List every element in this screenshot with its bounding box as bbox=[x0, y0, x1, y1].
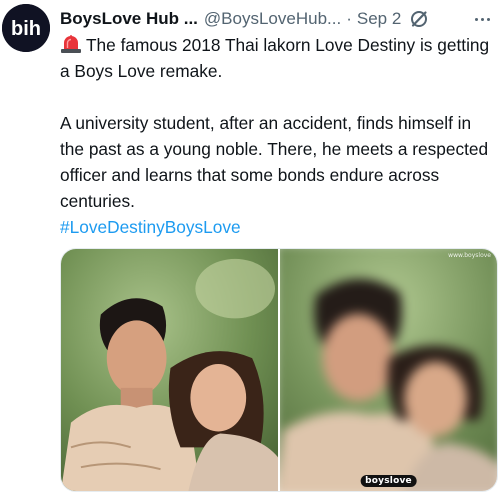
tweet-header: BoysLove Hub ... @BoysLoveHub... · Sep 2 bbox=[60, 6, 497, 32]
more-options-icon[interactable] bbox=[473, 17, 497, 21]
rotating-light-icon bbox=[60, 34, 82, 53]
tweet-text-line1: The famous 2018 Thai lakorn Love Destiny… bbox=[60, 35, 490, 81]
author-handle[interactable]: @BoysLoveHub... bbox=[204, 9, 341, 29]
boyslove-hub-logo-icon: bih bbox=[2, 4, 50, 52]
tweet-text-line2: A university student, after an accident,… bbox=[60, 113, 489, 211]
separator-dot: · bbox=[346, 9, 352, 28]
blurred-couple-photo-image bbox=[280, 249, 497, 491]
author-name[interactable]: BoysLove Hub ... bbox=[60, 9, 198, 29]
tweet-paragraph-1: The famous 2018 Thai lakorn Love Destiny… bbox=[60, 32, 496, 84]
grok-icon[interactable] bbox=[409, 9, 429, 29]
media-photo-1[interactable] bbox=[61, 249, 278, 491]
avatar-text: bih bbox=[11, 18, 41, 40]
watermark-bottom: boyslove bbox=[360, 475, 417, 487]
watermark-top: www.boyslove bbox=[448, 252, 491, 259]
tweet-date[interactable]: Sep 2 bbox=[357, 9, 401, 29]
tweet-body: The famous 2018 Thai lakorn Love Destiny… bbox=[60, 32, 496, 240]
media-grid: www.boyslove boyslove bbox=[60, 248, 498, 492]
tweet[interactable]: bih BoysLove Hub ... @BoysLoveHub... · S… bbox=[0, 0, 501, 492]
avatar[interactable]: bih bbox=[2, 4, 50, 52]
media-photo-2[interactable]: www.boyslove boyslove bbox=[280, 249, 497, 491]
hashtag-link[interactable]: #LoveDestinyBoysLove bbox=[60, 217, 241, 237]
couple-photo-image bbox=[61, 249, 278, 491]
